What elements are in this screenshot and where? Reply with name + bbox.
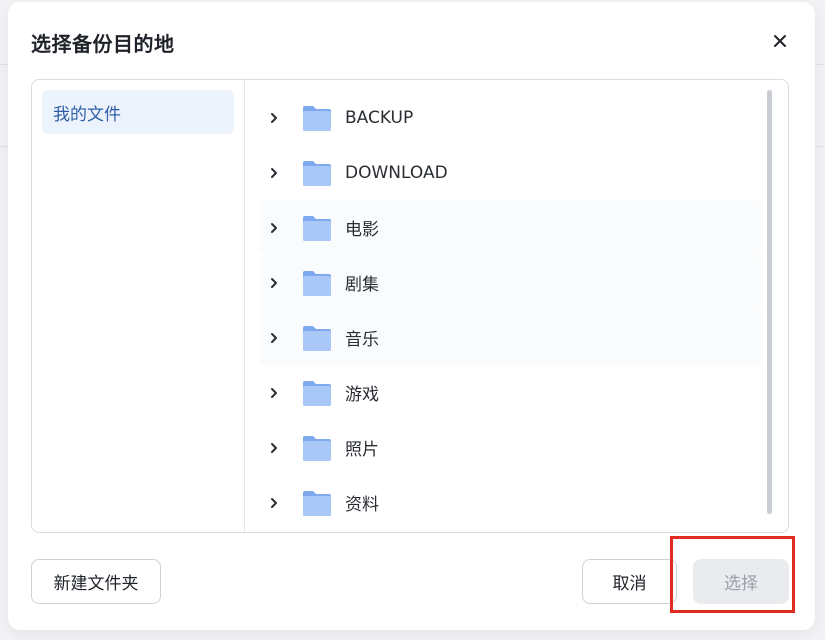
folder-row-backup[interactable]: BACKUP [260, 90, 762, 145]
dialog-title: 选择备份目的地 [31, 32, 175, 56]
folder-icon [303, 160, 331, 186]
expand-chevron-icon[interactable] [260, 145, 288, 200]
folder-icon [303, 490, 331, 516]
folder-row-games[interactable]: 游戏 [260, 365, 762, 420]
select-button[interactable]: 选择 [693, 559, 789, 604]
folder-name: 音乐 [345, 330, 379, 350]
folder-name: BACKUP [345, 107, 414, 128]
backup-destination-dialog: 选择备份目的地 我的文件 BACKUP DOWNLOAD 电影 剧集 音乐 游戏… [8, 2, 815, 630]
folder-icon [303, 270, 331, 296]
close-icon [774, 35, 786, 47]
sidebar-item-label: 我的文件 [53, 104, 121, 125]
folder-row-series[interactable]: 剧集 [260, 255, 762, 310]
folder-name: 电影 [345, 220, 379, 240]
close-button[interactable] [767, 28, 793, 54]
expand-chevron-icon[interactable] [260, 310, 288, 365]
folder-name: 剧集 [345, 275, 379, 295]
folder-icon [303, 325, 331, 351]
folder-name: 资料 [345, 495, 379, 515]
folder-icon [303, 215, 331, 241]
folder-row-movies[interactable]: 电影 [260, 200, 762, 255]
expand-chevron-icon[interactable] [260, 200, 288, 255]
expand-chevron-icon[interactable] [260, 255, 288, 310]
expand-chevron-icon[interactable] [260, 475, 288, 530]
folder-list: BACKUP DOWNLOAD 电影 剧集 音乐 游戏 照片 资料 [246, 80, 788, 532]
expand-chevron-icon[interactable] [260, 420, 288, 475]
folder-browser: 我的文件 BACKUP DOWNLOAD 电影 剧集 音乐 游戏 照片 资料 [31, 79, 789, 533]
location-sidebar: 我的文件 [32, 80, 245, 532]
folder-row-download[interactable]: DOWNLOAD [260, 145, 762, 200]
expand-chevron-icon[interactable] [260, 90, 288, 145]
folder-row-music[interactable]: 音乐 [260, 310, 762, 365]
folder-name: 照片 [345, 440, 379, 460]
expand-chevron-icon[interactable] [260, 365, 288, 420]
folder-list-scrollbar[interactable] [767, 90, 772, 514]
new-folder-button[interactable]: 新建文件夹 [31, 559, 161, 604]
sidebar-item-my-files[interactable]: 我的文件 [42, 90, 234, 134]
folder-row-documents[interactable]: 资料 [260, 475, 762, 530]
folder-row-photos[interactable]: 照片 [260, 420, 762, 475]
cancel-button[interactable]: 取消 [582, 559, 677, 604]
folder-name: 游戏 [345, 385, 379, 405]
folder-icon [303, 435, 331, 461]
folder-icon [303, 105, 331, 131]
folder-icon [303, 380, 331, 406]
folder-name: DOWNLOAD [345, 162, 448, 183]
